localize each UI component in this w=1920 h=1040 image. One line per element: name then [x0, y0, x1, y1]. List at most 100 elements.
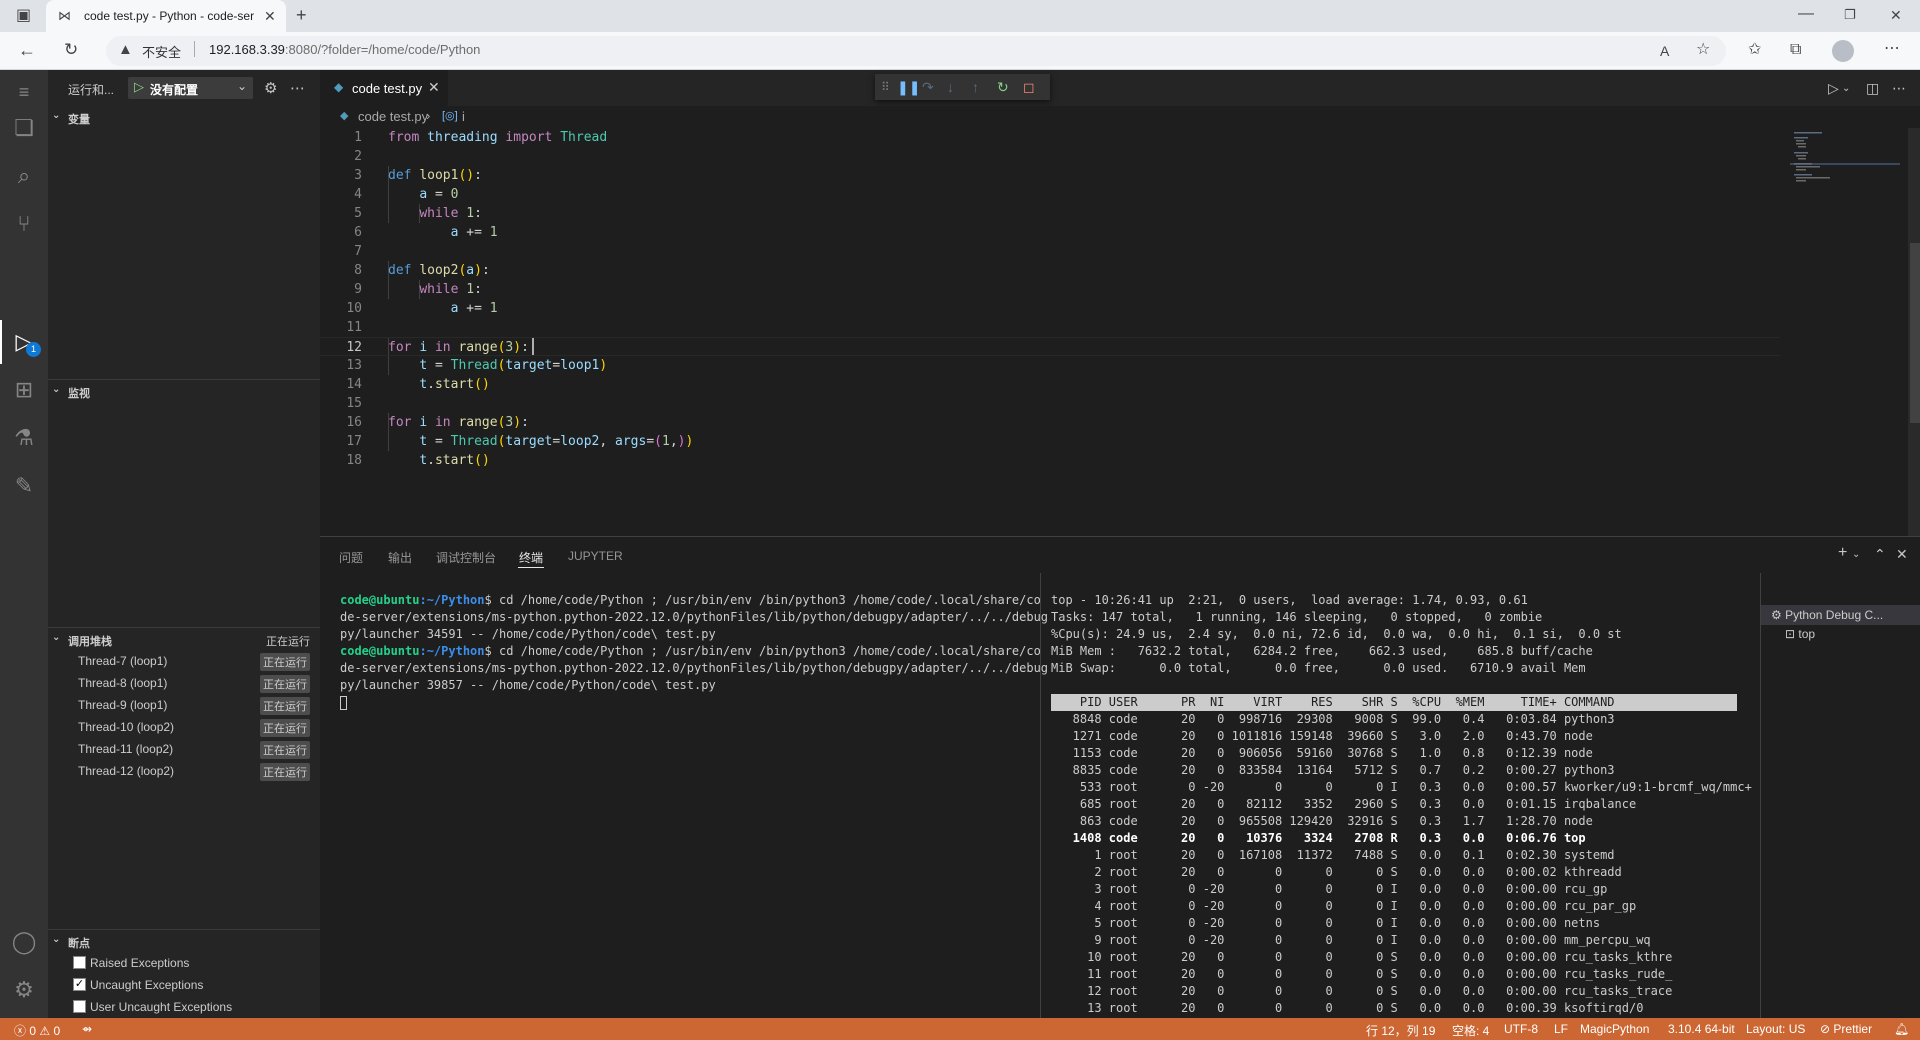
- stop-icon[interactable]: ◻: [1023, 78, 1035, 96]
- process-row: 9 root 0 -20 0 0 0 I 0.0 0.0 0:00.00 mm_…: [1051, 933, 1651, 947]
- menu-icon[interactable]: ≡: [10, 78, 38, 106]
- tab-jupyter[interactable]: JUPYTER: [568, 549, 623, 563]
- breakpoint-row[interactable]: Raised Exceptions: [48, 952, 320, 974]
- breadcrumb-file[interactable]: code test.py: [358, 109, 428, 124]
- search-icon[interactable]: ⌕: [10, 162, 38, 190]
- line-number: 5: [354, 206, 362, 221]
- close-icon[interactable]: ✕: [428, 79, 440, 96]
- indentation[interactable]: 空格: 4: [1452, 1022, 1489, 1039]
- explorer-icon[interactable]: ❏: [10, 114, 38, 142]
- code-line: 3 def loop1():: [320, 166, 1780, 185]
- close-tab-icon[interactable]: ✕: [264, 8, 276, 24]
- more-icon[interactable]: ⋯: [1884, 41, 1900, 57]
- chevron-down-icon[interactable]: ⌄: [1842, 83, 1850, 94]
- collections-icon[interactable]: ⧉: [1790, 42, 1801, 58]
- maximize-panel-icon[interactable]: ⌃: [1874, 546, 1886, 563]
- thread-name: Thread-10 (loop2): [78, 720, 175, 734]
- new-tab-icon[interactable]: +: [296, 6, 307, 24]
- breakpoint-checkbox[interactable]: [73, 956, 86, 969]
- tab-output[interactable]: 输出: [388, 549, 412, 566]
- thread-row[interactable]: Thread-9 (loop1) 正在运行: [48, 694, 320, 716]
- thread-row[interactable]: Thread-11 (loop2) 正在运行: [48, 738, 320, 760]
- thread-row[interactable]: Thread-7 (loop1) 正在运行: [48, 650, 320, 672]
- code-editor[interactable]: 1 from threading import Thread 2 3 def loo…: [320, 128, 1920, 536]
- cursor-position[interactable]: 行 12，列 19: [1366, 1022, 1435, 1039]
- more-icon[interactable]: ⋯: [1892, 80, 1906, 97]
- problems-indicator[interactable]: ⓧ 0 ⚠ 0: [14, 1022, 60, 1039]
- keyboard-layout[interactable]: Layout: US: [1746, 1022, 1805, 1036]
- run-file-icon[interactable]: ▷: [1828, 80, 1839, 97]
- thread-row[interactable]: Thread-8 (loop1) 正在运行: [48, 672, 320, 694]
- chevron-down-icon[interactable]: ⌄: [1852, 549, 1860, 560]
- code-text: while 1:: [419, 206, 482, 221]
- source-control-icon[interactable]: ⑂: [10, 210, 38, 238]
- scrollbar-thumb[interactable]: [1910, 243, 1920, 423]
- start-debug-icon[interactable]: ▷: [134, 79, 144, 95]
- code-text: t.start(): [419, 377, 490, 392]
- restore-icon[interactable]: ❐: [1844, 7, 1856, 23]
- new-terminal-icon[interactable]: +: [1838, 544, 1847, 562]
- variables-section-header[interactable]: ⌄ 变量: [48, 106, 320, 128]
- notifications-icon[interactable]: 🔔︎: [1894, 1022, 1909, 1036]
- breadcrumb-symbol[interactable]: i: [462, 109, 465, 124]
- terminal-left[interactable]: code@ubuntu:~/Python$ cd /home/code/Pyth…: [340, 592, 1048, 711]
- more-icon[interactable]: ⋯: [290, 79, 305, 97]
- thread-row[interactable]: Thread-12 (loop2) 正在运行: [48, 760, 320, 782]
- step-over-icon[interactable]: ↷: [922, 78, 934, 96]
- pause-icon[interactable]: ❚❚: [897, 78, 920, 96]
- drag-handle-icon[interactable]: ⠿: [881, 78, 890, 96]
- url-text[interactable]: 192.168.3.39:8080/?folder=/home/code/Pyt…: [209, 42, 480, 57]
- vertical-scrollbar[interactable]: [1908, 128, 1920, 536]
- testing-icon[interactable]: ⚗: [10, 424, 38, 452]
- language-mode[interactable]: MagicPython: [1580, 1022, 1649, 1036]
- code-line: 7: [320, 242, 1780, 261]
- favorites-icon[interactable]: ✩: [1748, 42, 1761, 58]
- terminal-right[interactable]: top - 10:26:41 up 2:21, 0 users, load av…: [1051, 592, 1752, 1017]
- settings-gear-icon[interactable]: ⚙: [10, 976, 38, 1004]
- terminal-list-item[interactable]: ⊡ top: [1785, 627, 1815, 641]
- sidebar-toggle-icon[interactable]: ▣: [16, 8, 31, 24]
- debug-session-icon[interactable]: ⇴: [82, 1022, 92, 1036]
- back-icon[interactable]: ←: [18, 41, 36, 59]
- close-panel-icon[interactable]: ✕: [1896, 546, 1908, 563]
- restart-icon[interactable]: ↻: [997, 78, 1009, 96]
- tab-problems[interactable]: 问题: [339, 549, 363, 566]
- step-into-icon[interactable]: ↓: [947, 78, 954, 96]
- account-icon[interactable]: ◯: [10, 928, 38, 956]
- python-interpreter[interactable]: 3.10.4 64-bit: [1668, 1022, 1735, 1036]
- line-number: 7: [354, 244, 362, 259]
- breakpoint-checkbox[interactable]: ✓: [73, 978, 86, 991]
- warning-icon[interactable]: ▲: [118, 42, 133, 58]
- minimap-line: [1796, 140, 1804, 142]
- insecure-label[interactable]: 不安全: [142, 42, 181, 61]
- prettier-status[interactable]: ⊘ Prettier: [1820, 1022, 1872, 1036]
- close-window-icon[interactable]: ✕: [1890, 7, 1902, 23]
- encoding[interactable]: UTF-8: [1504, 1022, 1538, 1036]
- breakpoints-section-header[interactable]: ⌄ 断点: [48, 930, 320, 952]
- favorite-add-icon[interactable]: ☆: [1696, 42, 1710, 58]
- thread-row[interactable]: Thread-10 (loop2) 正在运行: [48, 716, 320, 738]
- read-aloud-icon[interactable]: A: [1660, 43, 1669, 59]
- profile-avatar[interactable]: [1832, 40, 1854, 62]
- editor-tab[interactable]: ◆ code test.py ✕: [320, 70, 448, 106]
- split-editor-icon[interactable]: ◫: [1866, 80, 1879, 97]
- tab-terminal[interactable]: 终端: [519, 549, 543, 566]
- minimap[interactable]: [1790, 128, 1900, 536]
- terminal-list-item[interactable]: ⚙ Python Debug C...: [1761, 605, 1920, 625]
- tab-debug-console[interactable]: 调试控制台: [436, 549, 496, 566]
- debug-config-select[interactable]: ▷ 没有配置 ⌄: [128, 77, 253, 99]
- breakpoint-row[interactable]: User Uncaught Exceptions: [48, 996, 320, 1018]
- breakpoint-checkbox[interactable]: [73, 1000, 86, 1013]
- gear-icon[interactable]: ⚙: [264, 79, 277, 97]
- remote-brush-icon[interactable]: ✎: [10, 472, 38, 500]
- end-of-line[interactable]: LF: [1554, 1022, 1568, 1036]
- watch-section-header[interactable]: ⌄ 监视: [48, 380, 320, 402]
- browser-tab[interactable]: ⋈ code test.py - Python - code-server ✕: [46, 0, 286, 32]
- terminal-split-divider[interactable]: [1040, 573, 1041, 1019]
- extensions-icon[interactable]: ⊞: [10, 376, 38, 404]
- refresh-icon[interactable]: ↻: [64, 41, 78, 58]
- callstack-section-header[interactable]: ⌄ 调用堆栈 正在运行: [48, 628, 320, 650]
- minimize-icon[interactable]: —: [1798, 6, 1814, 22]
- step-out-icon[interactable]: ↑: [972, 78, 979, 96]
- breakpoint-row[interactable]: ✓ Uncaught Exceptions: [48, 974, 320, 996]
